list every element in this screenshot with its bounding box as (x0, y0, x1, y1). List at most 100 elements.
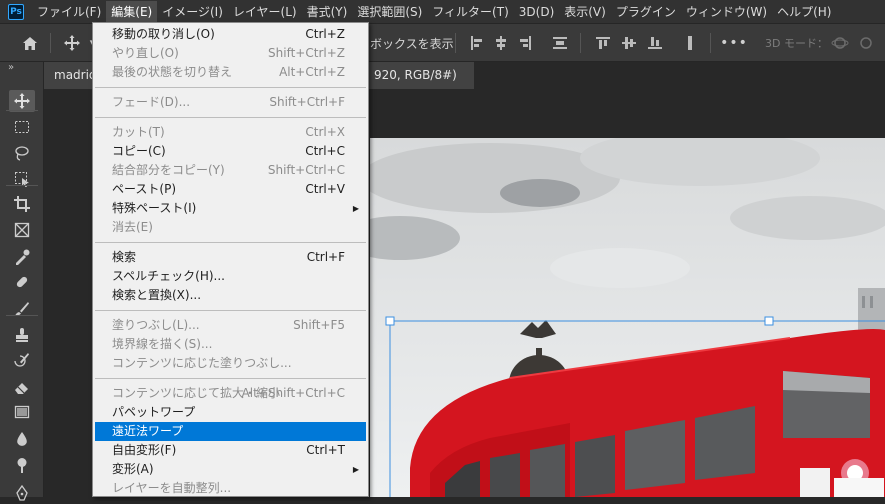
menu-option[interactable]: 検索 Ctrl+F (95, 248, 366, 267)
clone-stamp-tool-icon[interactable] (9, 324, 35, 346)
lasso-tool-icon[interactable] (9, 142, 35, 164)
menu-option-shortcut: Ctrl+X (305, 125, 345, 139)
menu-option[interactable]: 結合部分をコピー(Y) Shift+Ctrl+C (95, 161, 366, 180)
active-document-tab[interactable]: 920, RGB/8#) *× (364, 62, 474, 109)
menu-option-label: フェード(D)... (112, 95, 191, 109)
menu-option[interactable]: 検索と置換(X)... (95, 286, 366, 305)
menu-option[interactable]: 変形(A) ▶ (95, 460, 366, 479)
menu-option-shortcut: Ctrl+C (305, 144, 345, 158)
crop-tool-icon[interactable] (9, 193, 35, 215)
menu-option-label: 移動の取り消し(O) (112, 27, 215, 41)
move-tool-icon[interactable] (62, 33, 82, 53)
align-middle-icon[interactable] (619, 33, 639, 53)
tools-panel: » (0, 62, 44, 501)
dodge-tool-icon[interactable] (9, 454, 35, 476)
menu-option-shortcut: Ctrl+V (305, 182, 345, 196)
menu-option[interactable]: 移動の取り消し(O) Ctrl+Z (95, 25, 366, 44)
gradient-tool-icon[interactable] (9, 401, 35, 423)
object-select-tool-icon[interactable] (9, 168, 35, 190)
menu-item[interactable]: プラグイン (611, 1, 681, 23)
align-center-icon[interactable] (491, 33, 511, 53)
home-icon[interactable] (20, 33, 40, 53)
menu-option[interactable]: 特殊ペースト(I) ▶ (95, 199, 366, 218)
healing-brush-tool-icon[interactable] (9, 271, 35, 293)
menu-option-label: ペースト(P) (112, 182, 176, 196)
menu-option[interactable]: 最後の状態を切り替え Alt+Ctrl+Z (95, 63, 366, 82)
menu-option[interactable]: パペットワープ (95, 403, 366, 422)
menu-item[interactable]: フィルター(T) (427, 1, 513, 23)
menu-option[interactable]: スペルチェック(H)... (95, 267, 366, 286)
distribute-vertical-icon[interactable] (550, 33, 570, 53)
brush-tool-icon[interactable] (9, 298, 35, 320)
menu-option[interactable]: コンテンツに応じた塗りつぶし... (95, 354, 366, 373)
menu-option-label: 検索と置換(X)... (112, 288, 202, 302)
roll-3d-icon (856, 33, 876, 53)
transform-bounding-box[interactable] (369, 310, 885, 497)
submenu-arrow-icon: ▶ (352, 465, 359, 474)
menu-option-label: コンテンツに応じた塗りつぶし... (112, 356, 292, 370)
collapse-panel-icon[interactable]: » (8, 62, 14, 73)
menu-option-label: 検索 (112, 250, 137, 264)
menu-item[interactable]: 編集(E) (106, 0, 158, 23)
document-tab-label: madrid (54, 68, 97, 82)
menu-item[interactable]: レイヤー(L) (228, 1, 302, 23)
menu-option[interactable]: 塗りつぶし(L)... Shift+F5 (95, 316, 366, 335)
menu-option-label: やり直し(O) (112, 46, 179, 60)
show-transform-controls-label[interactable]: ボックスを表示 (370, 35, 454, 52)
menu-option[interactable]: 遠近法ワープ (95, 422, 366, 441)
menu-option[interactable]: カット(T) Ctrl+X (95, 123, 366, 142)
align-top-icon[interactable] (593, 33, 613, 53)
menu-option-shortcut: Shift+Ctrl+Z (268, 46, 345, 60)
menu-item[interactable]: イメージ(I) (157, 1, 228, 23)
menu-item[interactable]: 3D(D) (514, 1, 559, 23)
menu-option-label: 特殊ペースト(I) (112, 201, 197, 215)
marquee-tool-icon[interactable] (9, 116, 35, 138)
distribute-horizontal-icon[interactable] (680, 33, 700, 53)
menu-separator (95, 310, 366, 311)
history-brush-tool-icon[interactable] (9, 349, 35, 371)
menu-option-shortcut: Ctrl+F (306, 250, 345, 264)
move-tool-icon[interactable] (9, 90, 35, 112)
menu-option-label: 変形(A) (112, 462, 154, 476)
menu-option[interactable]: コンテンツに応じて拡大・縮小 Alt+Shift+Ctrl+C (95, 384, 366, 403)
more-options-icon[interactable]: ••• (720, 33, 747, 53)
frame-tool-icon[interactable] (9, 219, 35, 241)
menu-option-label: 塗りつぶし(L)... (112, 318, 200, 332)
transform-handle-top-left[interactable] (385, 316, 395, 326)
menu-item[interactable]: 書式(Y) (302, 1, 353, 23)
menu-option-label: レイヤーを自動整列... (112, 481, 232, 495)
menu-option[interactable]: 自由変形(F) Ctrl+T (95, 441, 366, 460)
orbit-3d-icon (830, 33, 850, 53)
menu-item[interactable]: ウィンドウ(W) (681, 1, 772, 23)
menu-option-label: 自由変形(F) (112, 443, 177, 457)
eraser-tool-icon[interactable] (9, 376, 35, 398)
menu-option[interactable]: ペースト(P) Ctrl+V (95, 180, 366, 199)
pen-tool-icon[interactable] (9, 482, 35, 504)
menu-item[interactable]: 表示(V) (559, 1, 611, 23)
align-right-icon[interactable] (515, 33, 535, 53)
edit-menu-dropdown: 移動の取り消し(O) Ctrl+Z やり直し(O) Shift+Ctrl+Z 最後の状態… (92, 22, 369, 497)
transform-handle-top-center[interactable] (764, 316, 774, 326)
menu-option-shortcut: Shift+Ctrl+C (267, 163, 345, 177)
menu-option-shortcut: Alt+Shift+Ctrl+C (241, 386, 345, 400)
menu-option[interactable]: レイヤーを自動整列... (95, 479, 366, 498)
menu-option[interactable]: 境界線を描く(S)... (95, 335, 366, 354)
menu-option-label: 結合部分をコピー(Y) (112, 163, 225, 177)
menu-option-label: コピー(C) (112, 144, 166, 158)
menu-option[interactable]: 消去(E) (95, 218, 366, 237)
menu-item[interactable]: 選択範囲(S) (352, 1, 427, 23)
menu-option[interactable]: やり直し(O) Shift+Ctrl+Z (95, 44, 366, 63)
eyedropper-tool-icon[interactable] (9, 246, 35, 268)
align-bottom-icon[interactable] (645, 33, 665, 53)
menu-item[interactable]: ファイル(F) (32, 1, 106, 23)
menu-option[interactable]: フェード(D)... Shift+Ctrl+F (95, 93, 366, 112)
menu-separator (95, 117, 366, 118)
submenu-arrow-icon: ▶ (352, 204, 359, 213)
menu-option[interactable]: コピー(C) Ctrl+C (95, 142, 366, 161)
blur-tool-icon[interactable] (9, 428, 35, 450)
menu-separator (95, 242, 366, 243)
menu-option-shortcut: Alt+Ctrl+Z (279, 65, 345, 79)
align-left-icon[interactable] (467, 33, 487, 53)
menu-item[interactable]: ヘルプ(H) (772, 1, 836, 23)
menu-bar: Ps ファイル(F) 編集(E) イメージ(I) レイヤー(L) 書式(Y) 選択範囲(S… (0, 0, 885, 24)
